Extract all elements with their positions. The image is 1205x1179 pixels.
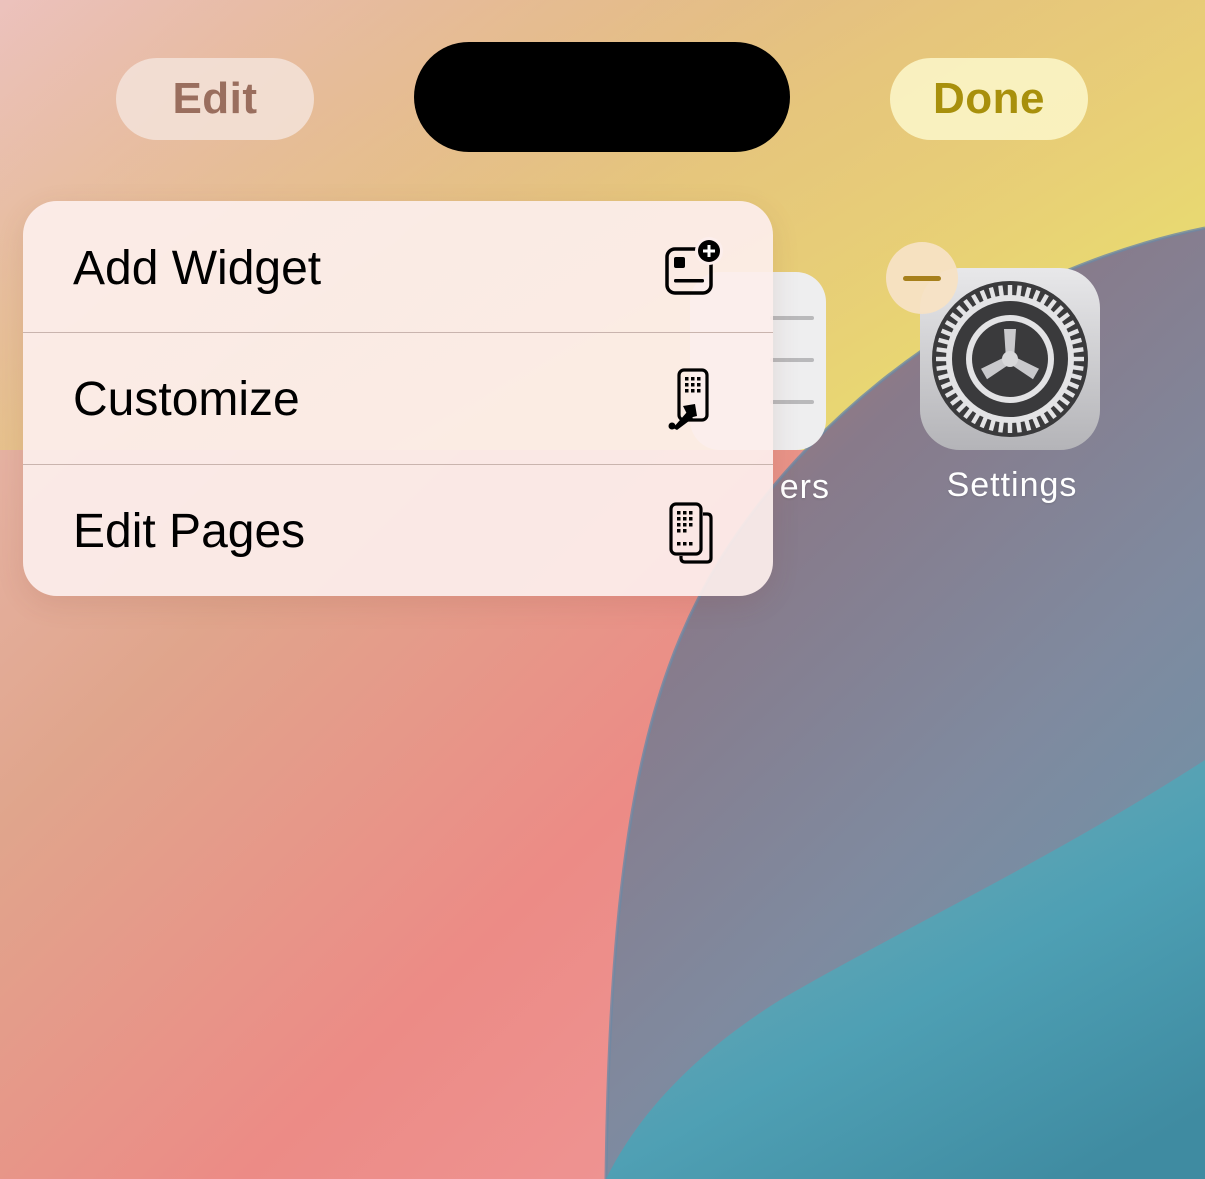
menu-divider (23, 464, 773, 465)
edit-button[interactable]: Edit (116, 58, 314, 140)
dynamic-island (414, 42, 790, 152)
remove-app-badge[interactable] (886, 242, 958, 314)
customize-icon (668, 368, 709, 430)
menu-item-label: Add Widget (73, 242, 322, 295)
menu-item-customize[interactable]: Customize (23, 334, 773, 465)
minus-icon (903, 275, 941, 281)
context-menu: Add Widget Customize Edit Pages (23, 201, 773, 596)
menu-item-label: Customize (73, 373, 300, 426)
menu-divider (23, 332, 773, 333)
edit-pages-icon (669, 502, 713, 564)
settings-app-label: Settings (946, 466, 1078, 504)
add-widget-icon (665, 237, 723, 295)
done-button[interactable]: Done (890, 58, 1088, 140)
menu-item-label: Edit Pages (73, 505, 306, 558)
menu-item-add-widget[interactable]: Add Widget (23, 203, 773, 334)
menu-item-edit-pages[interactable]: Edit Pages (23, 466, 773, 596)
